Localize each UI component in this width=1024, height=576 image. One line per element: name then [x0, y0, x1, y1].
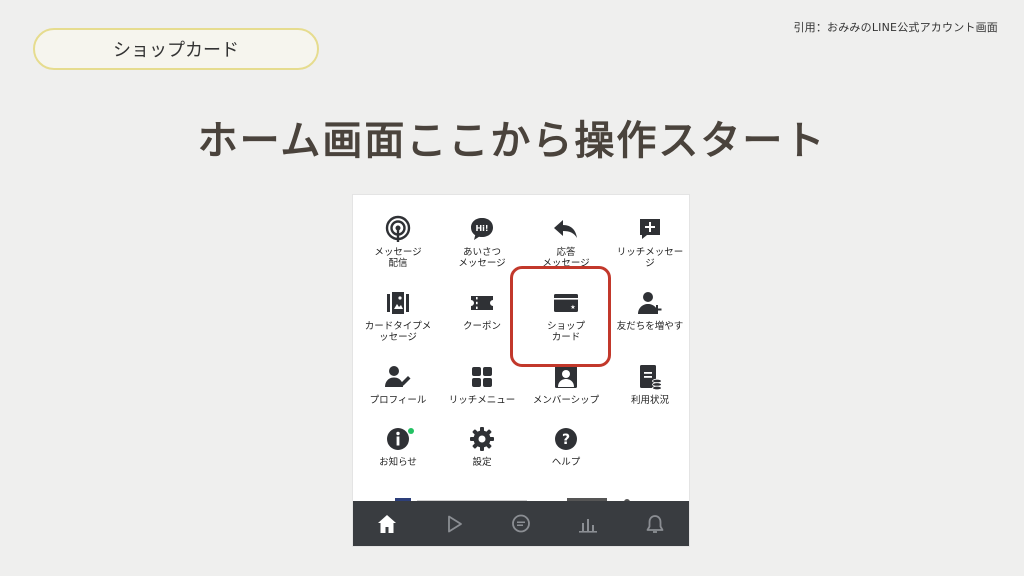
menu-item-label: リッチメッセー ジ: [616, 247, 684, 269]
profile-icon: [385, 366, 411, 387]
reply-arrow-icon: [554, 220, 577, 238]
menu-item-usage[interactable]: 利用状況: [608, 363, 689, 406]
membership-icon: [555, 366, 577, 388]
play-icon: [447, 515, 462, 532]
headline: ホーム画面ここから操作スタート: [197, 118, 827, 164]
menu-item-label: プロフィール: [369, 395, 427, 406]
menu-item-label: ヘルプ: [551, 457, 581, 468]
menu-item-news[interactable]: お知らせ: [356, 425, 440, 468]
notification-dot: [408, 428, 414, 434]
menu-item-add-friend[interactable]: 友だちを増やす: [608, 289, 689, 332]
menu-item-label: カードタイプメ ッセージ: [364, 321, 432, 343]
menu-item-auto-reply[interactable]: 応答 メッセージ: [524, 215, 608, 269]
svg-text:?: ?: [562, 432, 570, 448]
menu-item-settings[interactable]: 設定: [440, 425, 524, 468]
add-friend-icon: [638, 292, 662, 314]
broadcast-icon: [385, 215, 411, 242]
menu-item-greeting[interactable]: Hi! あいさつ メッセージ: [440, 215, 524, 269]
menu-item-label: 友だちを増やす: [616, 321, 684, 332]
menu-item-help[interactable]: ? ヘルプ: [524, 425, 608, 468]
tab-chat[interactable]: [508, 511, 534, 537]
help-icon: ?: [555, 428, 577, 450]
bottom-tab-bar: [353, 501, 689, 546]
rich-menu-icon: [472, 367, 492, 387]
menu-item-label: あいさつ メッセージ: [458, 247, 506, 269]
coupon-icon: [471, 296, 493, 310]
menu-item-card-type[interactable]: カードタイプメ ッセージ: [356, 289, 440, 343]
menu-item-label: メンバーシップ: [532, 395, 600, 406]
menu-item-label: リッチメニュー: [448, 395, 516, 406]
menu-item-profile[interactable]: プロフィール: [356, 363, 440, 406]
tab-home[interactable]: [374, 511, 400, 537]
menu-item-label: 利用状況: [630, 395, 669, 406]
svg-text:Hi!: Hi!: [475, 224, 488, 233]
menu-item-membership[interactable]: メンバーシップ: [524, 363, 608, 406]
phone-screen: メッセージ 配信 Hi! あいさつ メッセージ 応答 メッセージ リッチメッセー…: [353, 195, 689, 546]
menu-item-rich-message[interactable]: リッチメッセー ジ: [608, 215, 689, 269]
tab-timeline[interactable]: [441, 511, 467, 537]
menu-item-rich-menu[interactable]: リッチメニュー: [440, 363, 524, 406]
menu-item-label: 設定: [472, 457, 492, 468]
home-icon: [377, 514, 396, 533]
card-type-icon: [387, 292, 409, 314]
usage-icon: [640, 365, 662, 391]
chart-icon: [579, 518, 598, 533]
hi-bubble-icon: Hi!: [471, 218, 493, 240]
menu-item-broadcast[interactable]: メッセージ 配信: [356, 215, 440, 269]
section-pill: ショップカード: [33, 28, 319, 70]
bell-icon: [646, 514, 664, 533]
tab-notifications[interactable]: [642, 511, 668, 537]
gear-icon: [470, 427, 494, 451]
chat-icon: [512, 514, 530, 532]
tab-analytics[interactable]: [575, 511, 601, 537]
rich-message-icon: [640, 219, 660, 239]
section-pill-label: ショップカード: [113, 40, 239, 61]
shop-card-highlight-box: [510, 266, 611, 367]
menu-item-label: お知らせ: [379, 457, 417, 468]
menu-item-label: メッセージ 配信: [374, 247, 422, 269]
citation-text: 引用：おみみのLINE公式アカウント画面: [793, 21, 998, 34]
